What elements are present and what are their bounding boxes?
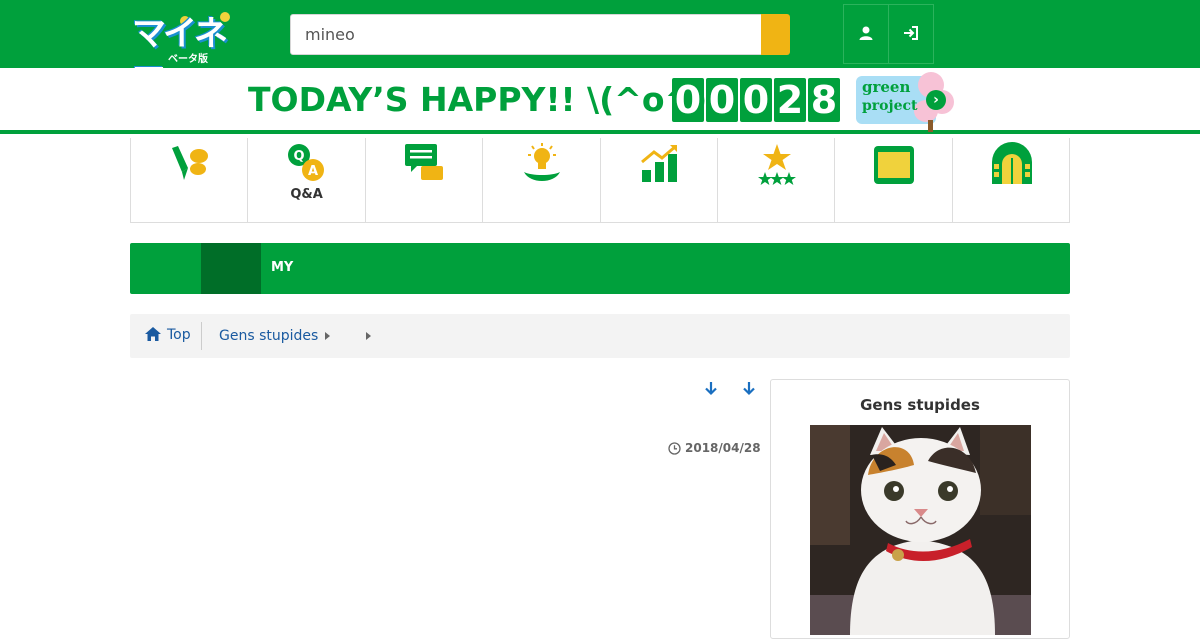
happy-counter: 0 0 0 2 8 [672,78,840,122]
chevron-right-icon: › [926,90,946,110]
svg-text:A: A [308,164,318,179]
caret-right-icon[interactable] [366,332,371,340]
home-icon[interactable] [144,326,162,342]
post-date: 2018/04/28 [668,441,761,455]
user-icon [859,26,873,40]
folder-icon [874,146,915,184]
search-button[interactable] [761,14,790,55]
green-project-text: project [862,98,918,114]
breadcrumb: Top Gens stupides [130,314,1070,358]
green-project-link[interactable]: green project › [856,72,954,132]
caret-right-icon [325,332,330,340]
counter-digit: 8 [808,78,840,122]
logo-subtext: ベータ版 [168,54,208,65]
svg-text:Q: Q [294,149,305,164]
post-date-text: 2018/04/28 [685,441,761,455]
happy-banner: TODAY’S HAPPY!! \(^o^)/ 0 0 0 2 8 green … [0,68,1200,134]
breadcrumb-divider [201,322,202,350]
counter-digit: 0 [706,78,738,122]
category-label: Q&A [290,187,323,202]
my-menu-bar: MY [130,243,1070,294]
pen-chat-icon [172,146,208,180]
counter-digit: 2 [774,78,806,122]
speech-bubbles-icon [404,144,443,180]
category-item-4[interactable] [483,138,601,222]
arrow-down-icon[interactable] [742,380,756,396]
category-item-1[interactable] [131,138,249,222]
stars-icon [757,144,796,185]
breadcrumb-top-link[interactable]: Top [167,327,191,343]
arrow-down-icon[interactable] [704,380,718,396]
search-input[interactable]: mineo [290,14,762,55]
clock-icon [668,441,681,455]
counter-digit: 0 [740,78,772,122]
banner-text: TODAY’S HAPPY!! \(^o^)/ [248,80,720,119]
green-project-text: green [862,78,911,96]
tree-trunk [928,120,933,132]
site-logo[interactable]: マイネ王 ベータ版 [130,6,250,103]
login-button[interactable] [888,4,934,64]
profile-photo[interactable] [810,425,1031,635]
my-menu-tab-active[interactable] [201,243,261,294]
my-menu-label[interactable]: MY [271,260,293,275]
breadcrumb-item-link[interactable]: Gens stupides [219,328,318,344]
counter-digit: 0 [672,78,704,122]
user-profile-card: Gens stupides [770,379,1070,639]
cat-photo-image [810,425,1031,635]
category-item-3[interactable] [366,138,484,222]
user-button[interactable] [843,4,889,64]
lightbulb-icon [524,143,561,181]
category-item-7[interactable] [835,138,953,222]
category-item-6[interactable] [718,138,836,222]
door-icon [991,142,1032,184]
category-item-8[interactable] [953,138,1069,222]
category-nav: Q A Q&A [130,138,1070,223]
chart-up-icon [640,144,677,182]
login-icon [904,26,918,40]
profile-name[interactable]: Gens stupides [771,396,1069,414]
category-item-5[interactable] [601,138,718,222]
category-item-qa[interactable]: Q A Q&A [248,138,366,222]
qa-icon: Q A [288,144,325,181]
site-header: マイネ王 ベータ版 mineo [0,0,1200,103]
